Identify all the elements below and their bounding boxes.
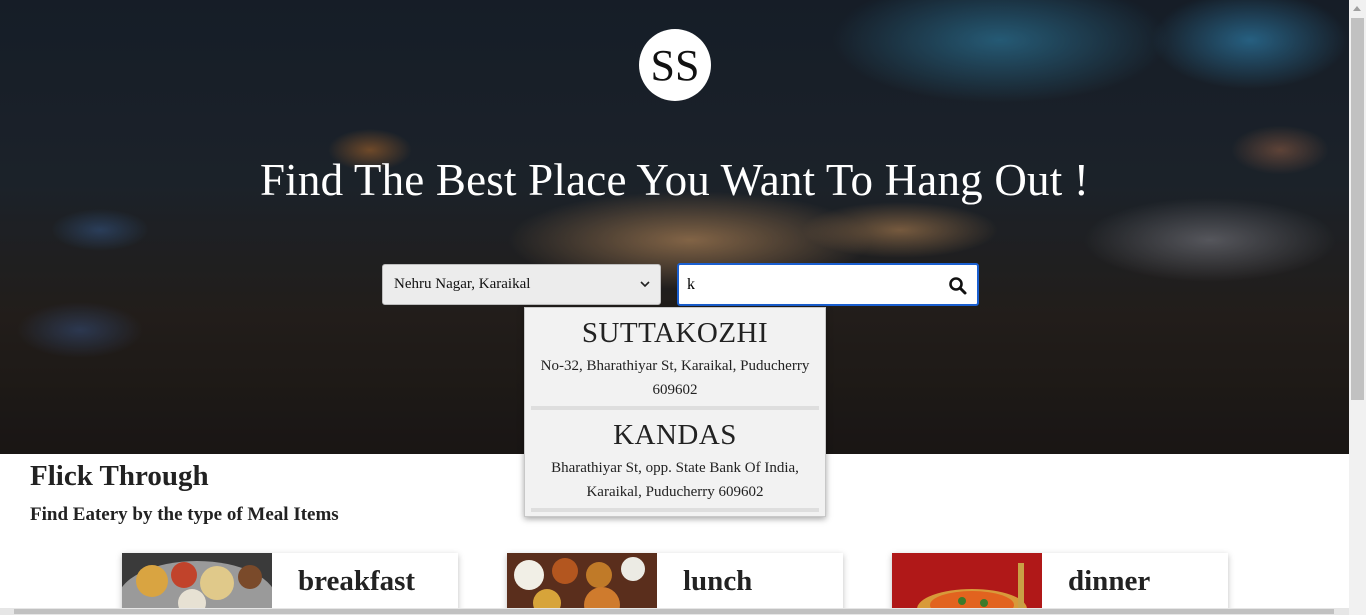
horizontal-scrollbar-thumb[interactable] [14, 609, 1334, 614]
suggestion-address: No-32, Bharathiyar St, Karaikal, Puduche… [540, 358, 810, 398]
vertical-scrollbar-thumb[interactable] [1351, 18, 1364, 400]
suggestion-item[interactable]: KANDAS Bharathiyar St, opp. State Bank O… [525, 410, 825, 504]
vertical-scrollbar[interactable] [1349, 0, 1366, 615]
suggestion-item[interactable]: SUTTAKOZHI No-32, Bharathiyar St, Karaik… [525, 308, 825, 402]
location-select-value: Nehru Nagar, Karaikal [394, 276, 531, 292]
search-input[interactable] [687, 275, 937, 294]
hero-headline: Find The Best Place You Want To Hang Out… [259, 155, 1090, 205]
search-field[interactable] [677, 263, 979, 306]
meal-card-breakfast[interactable]: breakfast [122, 553, 458, 615]
meal-card-label: lunch [683, 565, 753, 597]
meal-card-label: dinner [1068, 565, 1151, 597]
brand-logo[interactable]: SS [639, 29, 711, 101]
location-select[interactable]: Nehru Nagar, Karaikal [382, 264, 661, 305]
brand-logo-text: SS [650, 40, 700, 90]
search-suggestions-dropdown: SUTTAKOZHI No-32, Bharathiyar St, Karaik… [524, 307, 826, 517]
suggestion-name: SUTTAKOZHI [581, 317, 769, 349]
chevron-down-icon [640, 281, 650, 288]
lunch-thumbnail [507, 553, 657, 615]
section-title: Flick Through [30, 460, 209, 492]
dinner-thumbnail [892, 553, 1042, 615]
horizontal-scrollbar[interactable] [0, 608, 1349, 615]
search-icon[interactable] [948, 276, 968, 296]
meal-card-label: breakfast [298, 565, 416, 597]
breakfast-thumbnail [122, 553, 272, 615]
suggestion-divider [531, 508, 819, 512]
meal-card-dinner[interactable]: dinner [892, 553, 1228, 615]
section-subtitle: Find Eatery by the type of Meal Items [30, 504, 339, 525]
meal-card-lunch[interactable]: lunch [507, 553, 843, 615]
suggestion-name: KANDAS [613, 419, 737, 451]
scroll-up-arrow-icon[interactable] [1353, 6, 1361, 11]
suggestion-address: Bharathiyar St, opp. State Bank Of India… [551, 460, 799, 500]
